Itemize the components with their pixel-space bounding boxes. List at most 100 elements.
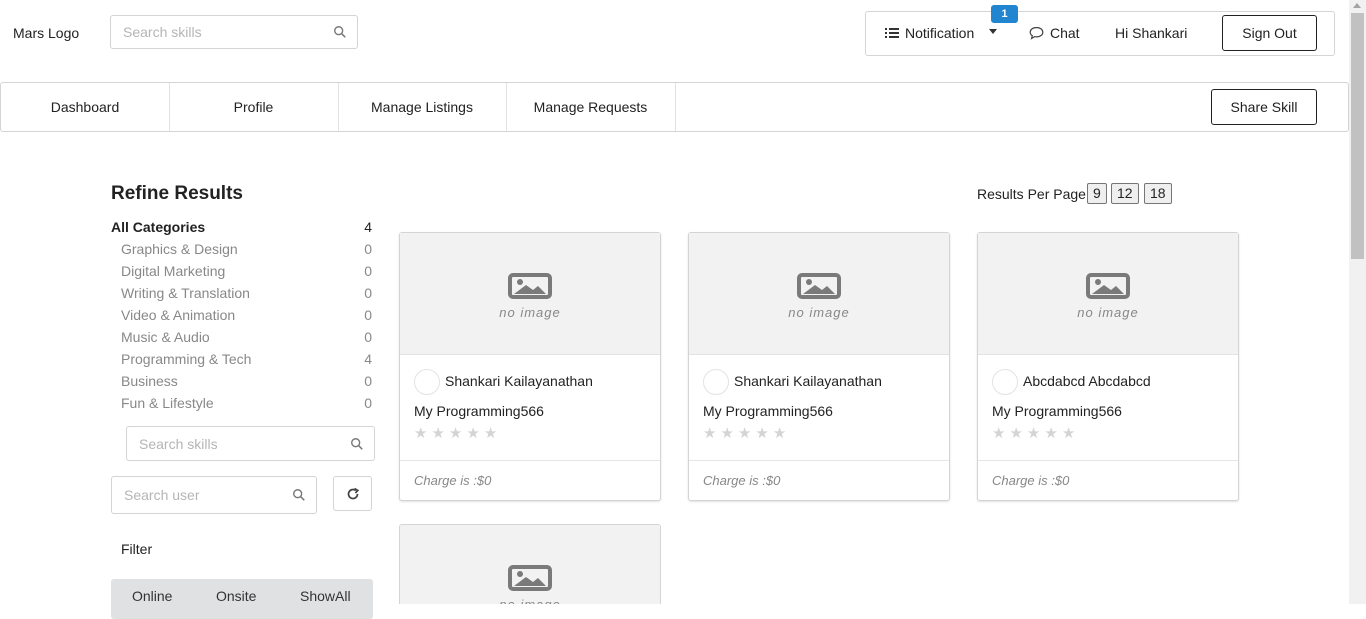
card-title[interactable]: My Programming566: [414, 403, 544, 419]
main-nav: Dashboard Profile Manage Listings Manage…: [0, 82, 1349, 132]
avatar: [992, 369, 1018, 395]
search-icon[interactable]: [292, 488, 306, 502]
notification-badge: 1: [991, 5, 1018, 23]
category-name: Business: [121, 373, 178, 389]
category-name: Fun & Lifestyle: [121, 395, 214, 411]
star-icon: ★: [448, 425, 463, 442]
filter-showall-button[interactable]: ShowAll: [300, 588, 351, 604]
share-skill-button[interactable]: Share Skill: [1211, 89, 1317, 125]
card-title[interactable]: My Programming566: [703, 403, 833, 419]
list-icon: [885, 28, 899, 38]
no-image-text: no image: [788, 305, 850, 320]
card-image[interactable]: no image: [400, 233, 660, 355]
card-divider: [400, 460, 660, 461]
refresh-icon: [347, 487, 359, 499]
card-owner[interactable]: Shankari Kailayanathan: [734, 373, 882, 389]
category-item[interactable]: Music & Audio 0: [111, 329, 372, 345]
category-item[interactable]: Writing & Translation 0: [111, 285, 372, 301]
scrollbar-thumb[interactable]: [1351, 13, 1364, 259]
category-all[interactable]: All Categories 4: [111, 219, 372, 235]
card-image[interactable]: no image: [978, 233, 1238, 355]
category-count: 0: [364, 373, 372, 389]
card-charge: Charge is :$0: [992, 473, 1070, 488]
user-search-input[interactable]: [124, 477, 288, 513]
per-page-12-button[interactable]: 12: [1111, 183, 1139, 204]
nav-dashboard[interactable]: Dashboard: [1, 83, 170, 131]
category-count: 4: [364, 219, 372, 235]
category-name: Writing & Translation: [121, 285, 250, 301]
search-icon[interactable]: [350, 437, 364, 451]
chat-label: Chat: [1050, 25, 1080, 41]
per-page-9-button[interactable]: 9: [1087, 183, 1107, 204]
caret-down-icon[interactable]: [989, 29, 997, 34]
nav-manage-listings[interactable]: Manage Listings: [338, 83, 507, 131]
star-icon: ★: [414, 425, 428, 442]
skill-search[interactable]: [126, 426, 375, 461]
category-item[interactable]: Business 0: [111, 373, 372, 389]
card-charge: Charge is :$0: [703, 473, 781, 488]
card-owner[interactable]: Abcdabcd Abcdabcd: [1023, 373, 1151, 389]
no-image-text: no image: [1077, 305, 1139, 320]
nav-manage-requests[interactable]: Manage Requests: [506, 83, 676, 131]
filter-label: Filter: [121, 541, 153, 557]
category-count: 0: [364, 329, 372, 345]
card-title[interactable]: My Programming566: [992, 403, 1122, 419]
filter-online-button[interactable]: Online: [132, 588, 172, 604]
category-name: Video & Animation: [121, 307, 236, 323]
category-item[interactable]: Programming & Tech 4: [111, 351, 372, 367]
image-icon: [1086, 273, 1130, 299]
nav-profile[interactable]: Profile: [169, 83, 339, 131]
avatar: [414, 369, 440, 395]
avatar: [703, 369, 729, 395]
notification-label: Notification: [905, 25, 975, 41]
card-owner[interactable]: Shankari Kailayanathan: [445, 373, 593, 389]
star-icon: ★: [431, 425, 445, 442]
skill-card[interactable]: no image: [399, 524, 661, 604]
star-icon: ★: [772, 425, 787, 442]
category-item[interactable]: Fun & Lifestyle 0: [111, 395, 372, 411]
refresh-button[interactable]: [333, 476, 372, 511]
site-logo[interactable]: Mars Logo: [13, 25, 79, 41]
skill-card[interactable]: no image Abcdabcd Abcdabcd My Programmin…: [977, 232, 1239, 501]
category-item[interactable]: Video & Animation 0: [111, 307, 372, 323]
star-icon: ★: [1009, 425, 1023, 442]
chat-link[interactable]: Chat: [1029, 25, 1080, 41]
rating-stars: ★ ★ ★ ★ ★: [703, 424, 786, 442]
star-icon: ★: [992, 425, 1006, 442]
card-image[interactable]: no image: [689, 233, 949, 355]
user-greeting[interactable]: Hi Shankari: [1115, 25, 1187, 41]
skill-card[interactable]: no image Shankari Kailayanathan My Progr…: [688, 232, 950, 501]
sign-out-button[interactable]: Sign Out: [1222, 15, 1317, 51]
rating-stars: ★ ★ ★ ★ ★: [992, 424, 1075, 442]
skill-search-input[interactable]: [139, 427, 337, 460]
image-icon: [797, 273, 841, 299]
category-count: 0: [364, 241, 372, 257]
filter-onsite-button[interactable]: Onsite: [216, 588, 256, 604]
star-icon: ★: [703, 425, 717, 442]
results-per-page-label: Results Per Page :: [977, 186, 1094, 202]
category-count: 0: [364, 307, 372, 323]
search-icon[interactable]: [333, 25, 347, 39]
skill-card[interactable]: no image Shankari Kailayanathan My Progr…: [399, 232, 661, 501]
scroll-up-arrow-icon[interactable]: [1353, 3, 1361, 8]
header-search[interactable]: [110, 15, 358, 49]
card-divider: [689, 460, 949, 461]
star-icon: ★: [755, 425, 769, 442]
notification-dropdown[interactable]: Notification: [885, 25, 974, 41]
category-name: Digital Marketing: [121, 263, 226, 279]
category-item[interactable]: Graphics & Design 0: [111, 241, 372, 257]
refine-results-title: Refine Results: [111, 183, 243, 204]
user-search[interactable]: [111, 476, 317, 514]
rating-stars: ★ ★ ★ ★ ★: [414, 424, 497, 442]
category-count: 0: [364, 285, 372, 301]
category-count: 0: [364, 395, 372, 411]
header-search-input[interactable]: [123, 16, 320, 48]
category-count: 4: [364, 351, 372, 367]
card-image[interactable]: no image: [400, 525, 660, 604]
category-name: Programming & Tech: [121, 351, 252, 367]
category-item[interactable]: Digital Marketing 0: [111, 263, 372, 279]
category-name: Graphics & Design: [121, 241, 238, 257]
star-icon: ★: [1061, 425, 1076, 442]
per-page-18-button[interactable]: 18: [1144, 183, 1172, 204]
star-icon: ★: [1026, 425, 1041, 442]
